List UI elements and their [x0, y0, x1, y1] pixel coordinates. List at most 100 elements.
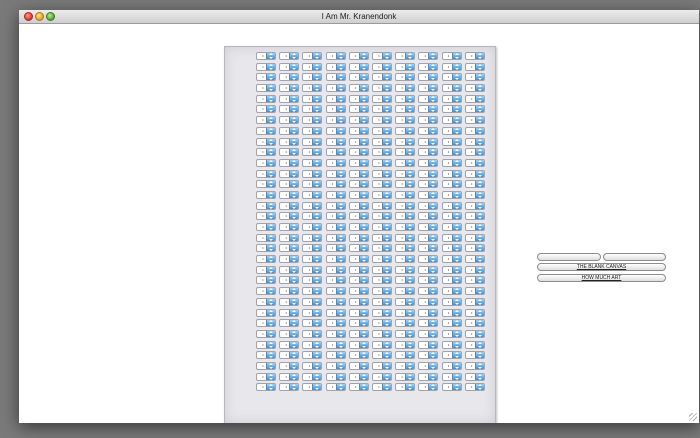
- number-stepper[interactable]: •: [371, 383, 392, 392]
- stepper-arrows-icon[interactable]: [474, 106, 484, 113]
- number-stepper[interactable]: •: [325, 244, 346, 253]
- number-stepper[interactable]: •: [256, 383, 276, 392]
- number-stepper[interactable]: •: [279, 73, 300, 82]
- number-stepper[interactable]: •: [395, 255, 416, 264]
- number-stepper[interactable]: •: [302, 265, 323, 274]
- number-stepper[interactable]: •: [256, 158, 276, 167]
- stepper-arrows-icon[interactable]: [451, 266, 461, 273]
- number-stepper[interactable]: •: [395, 84, 416, 93]
- number-stepper[interactable]: •: [464, 158, 485, 167]
- stepper-arrows-icon[interactable]: [474, 298, 484, 305]
- stepper-arrows-icon[interactable]: [312, 245, 322, 252]
- number-stepper[interactable]: •: [256, 105, 276, 114]
- number-stepper[interactable]: •: [418, 287, 439, 296]
- stepper-arrows-icon[interactable]: [358, 320, 368, 327]
- number-stepper[interactable]: •: [302, 148, 323, 157]
- number-stepper[interactable]: •: [325, 372, 346, 381]
- stepper-arrows-icon[interactable]: [358, 53, 368, 59]
- stepper-arrows-icon[interactable]: [266, 224, 275, 230]
- stepper-arrows-icon[interactable]: [312, 362, 322, 369]
- number-stepper[interactable]: •: [464, 308, 485, 317]
- number-stepper[interactable]: •: [441, 340, 462, 349]
- number-stepper[interactable]: •: [325, 62, 346, 71]
- number-stepper[interactable]: •: [395, 329, 416, 338]
- number-stepper[interactable]: •: [441, 265, 462, 274]
- number-stepper[interactable]: •: [418, 62, 439, 71]
- number-stepper[interactable]: •: [464, 169, 485, 178]
- number-stepper[interactable]: •: [441, 116, 462, 125]
- number-stepper[interactable]: •: [371, 158, 392, 167]
- number-stepper[interactable]: •: [418, 158, 439, 167]
- number-stepper[interactable]: •: [441, 84, 462, 93]
- number-stepper[interactable]: •: [371, 351, 392, 360]
- stepper-arrows-icon[interactable]: [381, 85, 391, 92]
- number-stepper[interactable]: •: [441, 201, 462, 210]
- stepper-arrows-icon[interactable]: [428, 85, 438, 92]
- number-stepper[interactable]: •: [395, 105, 416, 114]
- stepper-arrows-icon[interactable]: [428, 149, 438, 156]
- number-stepper[interactable]: •: [395, 116, 416, 125]
- number-stepper[interactable]: •: [395, 351, 416, 360]
- number-stepper[interactable]: •: [325, 255, 346, 264]
- number-stepper[interactable]: •: [325, 212, 346, 221]
- number-stepper[interactable]: •: [279, 308, 300, 317]
- number-stepper[interactable]: •: [279, 265, 300, 274]
- number-stepper[interactable]: •: [418, 329, 439, 338]
- number-stepper[interactable]: •: [348, 180, 369, 189]
- number-stepper[interactable]: •: [279, 169, 300, 178]
- number-stepper[interactable]: •: [256, 116, 276, 125]
- stepper-arrows-icon[interactable]: [289, 127, 299, 134]
- stepper-arrows-icon[interactable]: [381, 127, 391, 134]
- number-stepper[interactable]: •: [441, 105, 462, 114]
- stepper-arrows-icon[interactable]: [474, 202, 484, 209]
- stepper-arrows-icon[interactable]: [474, 362, 484, 369]
- stepper-arrows-icon[interactable]: [312, 95, 322, 102]
- stepper-arrows-icon[interactable]: [451, 74, 461, 81]
- stepper-arrows-icon[interactable]: [451, 149, 461, 156]
- number-stepper[interactable]: •: [325, 94, 346, 103]
- number-stepper[interactable]: •: [464, 180, 485, 189]
- number-stepper[interactable]: •: [325, 158, 346, 167]
- stepper-arrows-icon[interactable]: [358, 170, 368, 177]
- number-stepper[interactable]: •: [418, 361, 439, 370]
- stepper-arrows-icon[interactable]: [335, 309, 345, 316]
- number-stepper[interactable]: •: [418, 319, 439, 328]
- stepper-arrows-icon[interactable]: [289, 213, 299, 220]
- number-stepper[interactable]: •: [302, 158, 323, 167]
- stepper-arrows-icon[interactable]: [428, 213, 438, 220]
- stepper-arrows-icon[interactable]: [474, 224, 484, 230]
- stepper-arrows-icon[interactable]: [428, 245, 438, 252]
- number-stepper[interactable]: •: [371, 73, 392, 82]
- number-stepper[interactable]: •: [302, 244, 323, 253]
- number-stepper[interactable]: •: [325, 265, 346, 274]
- stepper-arrows-icon[interactable]: [405, 117, 415, 124]
- number-stepper[interactable]: •: [464, 212, 485, 221]
- stepper-arrows-icon[interactable]: [266, 53, 275, 59]
- number-stepper[interactable]: •: [395, 340, 416, 349]
- number-stepper[interactable]: •: [371, 148, 392, 157]
- number-stepper[interactable]: •: [418, 52, 439, 60]
- number-stepper[interactable]: •: [371, 180, 392, 189]
- stepper-arrows-icon[interactable]: [266, 266, 275, 273]
- stepper-arrows-icon[interactable]: [451, 277, 461, 284]
- number-stepper[interactable]: •: [418, 351, 439, 360]
- stepper-arrows-icon[interactable]: [289, 191, 299, 198]
- stepper-arrows-icon[interactable]: [381, 159, 391, 166]
- number-stepper[interactable]: •: [464, 73, 485, 82]
- stepper-arrows-icon[interactable]: [358, 352, 368, 359]
- number-stepper[interactable]: •: [325, 52, 346, 60]
- number-stepper[interactable]: •: [325, 223, 346, 231]
- number-stepper[interactable]: •: [279, 319, 300, 328]
- number-stepper[interactable]: •: [348, 137, 369, 146]
- number-stepper[interactable]: •: [279, 340, 300, 349]
- number-stepper[interactable]: •: [279, 84, 300, 93]
- number-stepper[interactable]: •: [371, 201, 392, 210]
- number-stepper[interactable]: •: [348, 372, 369, 381]
- number-stepper[interactable]: •: [441, 297, 462, 306]
- stepper-arrows-icon[interactable]: [289, 95, 299, 102]
- stepper-arrows-icon[interactable]: [312, 298, 322, 305]
- number-stepper[interactable]: •: [256, 340, 276, 349]
- number-stepper[interactable]: •: [371, 340, 392, 349]
- number-stepper[interactable]: •: [441, 73, 462, 82]
- stepper-arrows-icon[interactable]: [312, 117, 322, 124]
